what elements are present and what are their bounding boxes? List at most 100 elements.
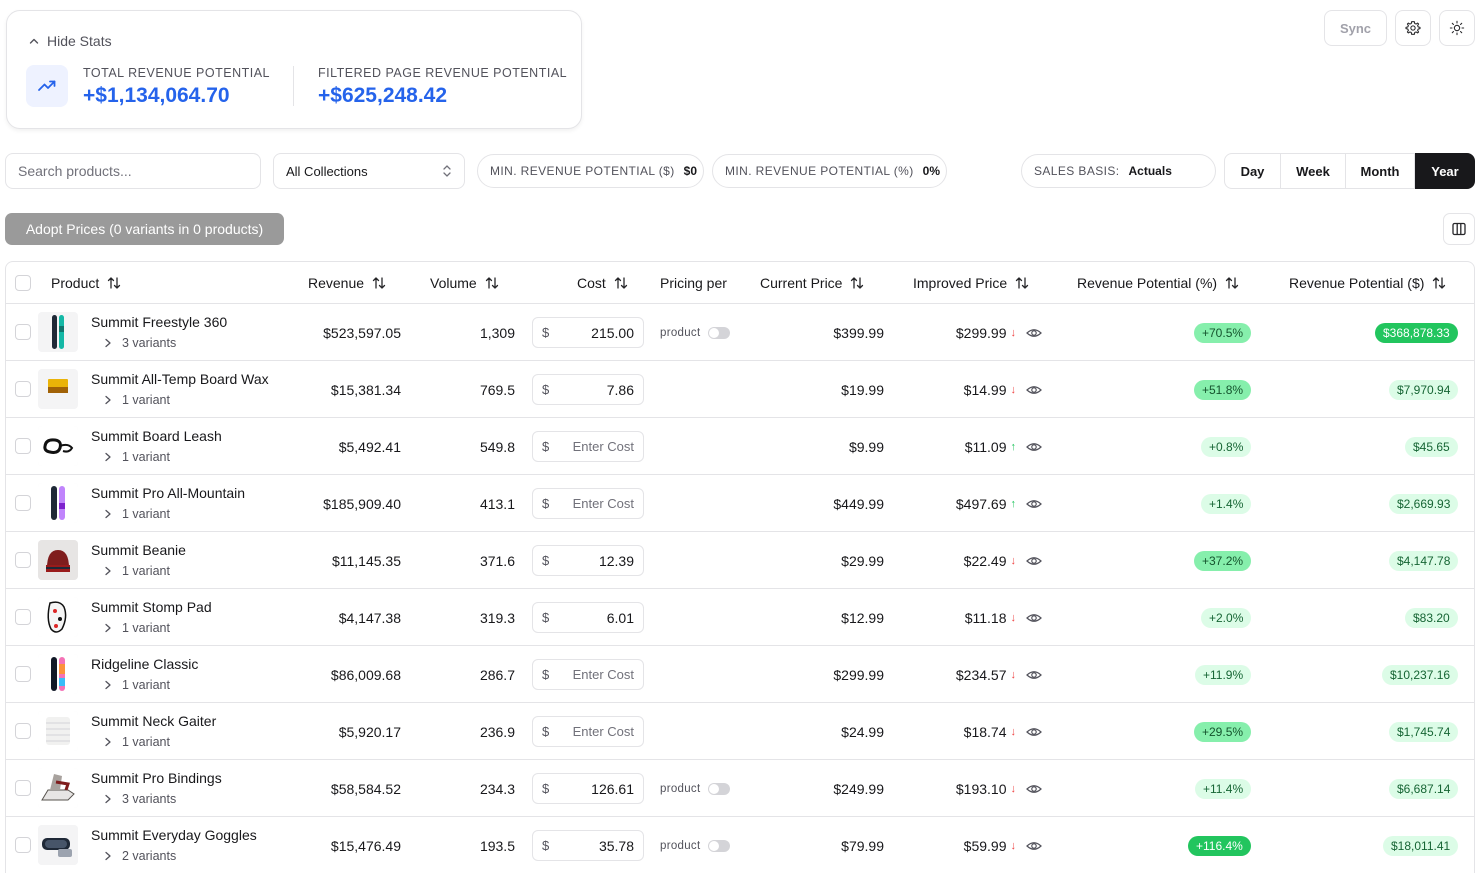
- row-checkbox[interactable]: [15, 324, 31, 340]
- eye-icon[interactable]: [1026, 667, 1042, 683]
- chevron-right-icon: [105, 509, 111, 519]
- period-year-button[interactable]: Year: [1415, 153, 1475, 189]
- row-checkbox[interactable]: [15, 381, 31, 397]
- sync-button[interactable]: Sync: [1324, 10, 1387, 46]
- table-row[interactable]: Summit Pro Bindings 3 variants $58,584.52 2…: [6, 760, 1474, 817]
- search-input[interactable]: [5, 153, 261, 189]
- toggle-switch[interactable]: [708, 782, 731, 795]
- product-name[interactable]: Ridgeline Classic: [91, 656, 198, 672]
- revenue-cell: $11,145.35: [331, 552, 401, 569]
- product-name[interactable]: Summit All-Temp Board Wax: [91, 371, 269, 387]
- header-revenue-potential-pct[interactable]: Revenue Potential (%): [1077, 262, 1239, 303]
- variants-expander[interactable]: 1 variant: [104, 678, 170, 692]
- header-improved-price[interactable]: Improved Price: [913, 262, 1029, 303]
- table-row[interactable]: Summit Board Leash 1 variant $5,492.41 549.…: [6, 418, 1474, 475]
- header-cost[interactable]: Cost: [577, 262, 628, 303]
- revenue-potential-pct-badge: +1.4%: [1201, 494, 1252, 514]
- revenue-cell: $58,584.52: [330, 780, 401, 797]
- cost-input[interactable]: $126.61: [532, 773, 644, 804]
- table-row[interactable]: Summit Stomp Pad 1 variant $4,147.38 319.3 $…: [6, 589, 1474, 646]
- header-revenue[interactable]: Revenue: [308, 262, 386, 303]
- eye-icon[interactable]: [1026, 553, 1042, 569]
- table-row[interactable]: Summit Neck Gaiter 1 variant $5,920.17 236.…: [6, 703, 1474, 760]
- cost-input[interactable]: $215.00: [532, 317, 644, 348]
- period-day-button[interactable]: Day: [1224, 153, 1281, 189]
- table-row[interactable]: Ridgeline Classic 1 variant $86,009.68 286.…: [6, 646, 1474, 703]
- table-row[interactable]: Summit Freestyle 360 3 variants $523,597.0…: [6, 304, 1474, 361]
- row-checkbox[interactable]: [15, 495, 31, 511]
- pricing-per-toggle[interactable]: product: [660, 760, 731, 817]
- product-name[interactable]: Summit Beanie: [91, 542, 186, 558]
- product-name[interactable]: Summit Pro Bindings: [91, 770, 222, 786]
- min-revenue-usd-label: MIN. REVENUE POTENTIAL ($): [490, 164, 675, 178]
- row-checkbox[interactable]: [15, 609, 31, 625]
- variants-expander[interactable]: 1 variant: [104, 507, 170, 521]
- variants-expander[interactable]: 2 variants: [104, 849, 176, 863]
- sales-basis-select[interactable]: SALES BASIS: Actuals: [1021, 154, 1216, 188]
- cost-input[interactable]: $ Enter Cost: [532, 659, 644, 690]
- eye-icon[interactable]: [1026, 724, 1042, 740]
- variants-expander[interactable]: 1 variant: [104, 450, 170, 464]
- table-row[interactable]: Summit Everyday Goggles 2 variants $15,476…: [6, 817, 1474, 873]
- product-name[interactable]: Summit Everyday Goggles: [91, 827, 257, 843]
- toggle-switch[interactable]: [708, 326, 731, 339]
- theme-toggle-button[interactable]: [1439, 10, 1475, 46]
- eye-icon[interactable]: [1026, 325, 1042, 341]
- pricing-per-toggle[interactable]: product: [660, 817, 731, 873]
- header-volume[interactable]: Volume: [430, 262, 499, 303]
- product-name[interactable]: Summit Stomp Pad: [91, 599, 212, 615]
- eye-icon[interactable]: [1026, 610, 1042, 626]
- variants-expander[interactable]: 1 variant: [104, 621, 170, 635]
- eye-icon[interactable]: [1026, 382, 1042, 398]
- row-checkbox[interactable]: [15, 837, 31, 853]
- columns-toggle-button[interactable]: [1443, 213, 1475, 245]
- select-all-checkbox[interactable]: [15, 275, 31, 291]
- cost-input[interactable]: $ Enter Cost: [532, 431, 644, 462]
- product-name[interactable]: Summit Freestyle 360: [91, 314, 227, 330]
- table-row[interactable]: Summit Beanie 1 variant $11,145.35 371.6 $12…: [6, 532, 1474, 589]
- row-checkbox[interactable]: [15, 438, 31, 454]
- collections-select[interactable]: All Collections: [273, 153, 465, 189]
- product-name[interactable]: Summit Board Leash: [91, 428, 222, 444]
- row-checkbox[interactable]: [15, 723, 31, 739]
- header-current-price[interactable]: Current Price: [760, 262, 864, 303]
- row-checkbox[interactable]: [15, 666, 31, 682]
- cost-input[interactable]: $ Enter Cost: [532, 488, 644, 519]
- cost-input[interactable]: $ Enter Cost: [532, 716, 644, 747]
- variants-expander[interactable]: 1 variant: [104, 564, 170, 578]
- table-row[interactable]: Summit Pro All-Mountain 1 variant $185,909…: [6, 475, 1474, 532]
- product-name[interactable]: Summit Neck Gaiter: [91, 713, 216, 729]
- improved-price-value: $59.99: [963, 837, 1007, 854]
- hide-stats-toggle[interactable]: Hide Stats: [29, 33, 112, 49]
- product-name[interactable]: Summit Pro All-Mountain: [91, 485, 245, 501]
- adopt-prices-button[interactable]: Adopt Prices (0 variants in 0 products): [5, 213, 284, 245]
- variants-expander[interactable]: 3 variants: [104, 792, 176, 806]
- table-row[interactable]: Summit All-Temp Board Wax 1 variant $15,38…: [6, 361, 1474, 418]
- row-checkbox[interactable]: [15, 552, 31, 568]
- eye-icon[interactable]: [1026, 838, 1042, 854]
- cost-input[interactable]: $35.78: [532, 830, 644, 861]
- period-month-button[interactable]: Month: [1346, 153, 1415, 189]
- header-revenue-potential-usd[interactable]: Revenue Potential ($): [1289, 262, 1446, 303]
- header-product[interactable]: Product: [51, 262, 121, 303]
- improved-price-cell: $11.09 ↑: [912, 418, 1016, 475]
- toggle-switch[interactable]: [708, 839, 731, 852]
- eye-icon[interactable]: [1026, 781, 1042, 797]
- row-checkbox[interactable]: [15, 780, 31, 796]
- variants-expander[interactable]: 3 variants: [104, 336, 176, 350]
- variants-expander[interactable]: 1 variant: [104, 735, 170, 749]
- current-price-cell: $12.99: [841, 609, 884, 626]
- min-revenue-pct-filter[interactable]: MIN. REVENUE POTENTIAL (%) 0%: [712, 154, 947, 188]
- cost-input[interactable]: $6.01: [532, 602, 644, 633]
- settings-button[interactable]: [1395, 10, 1431, 46]
- variants-expander[interactable]: 1 variant: [104, 393, 170, 407]
- min-revenue-usd-filter[interactable]: MIN. REVENUE POTENTIAL ($) $0: [477, 154, 704, 188]
- cost-input[interactable]: $12.39: [532, 545, 644, 576]
- eye-icon[interactable]: [1026, 439, 1042, 455]
- period-week-button[interactable]: Week: [1281, 153, 1346, 189]
- cost-input[interactable]: $7.86: [532, 374, 644, 405]
- eye-icon[interactable]: [1026, 496, 1042, 512]
- sort-icon: [1225, 276, 1239, 289]
- pricing-per-toggle[interactable]: product: [660, 304, 731, 361]
- revenue-cell: $185,909.40: [323, 495, 401, 512]
